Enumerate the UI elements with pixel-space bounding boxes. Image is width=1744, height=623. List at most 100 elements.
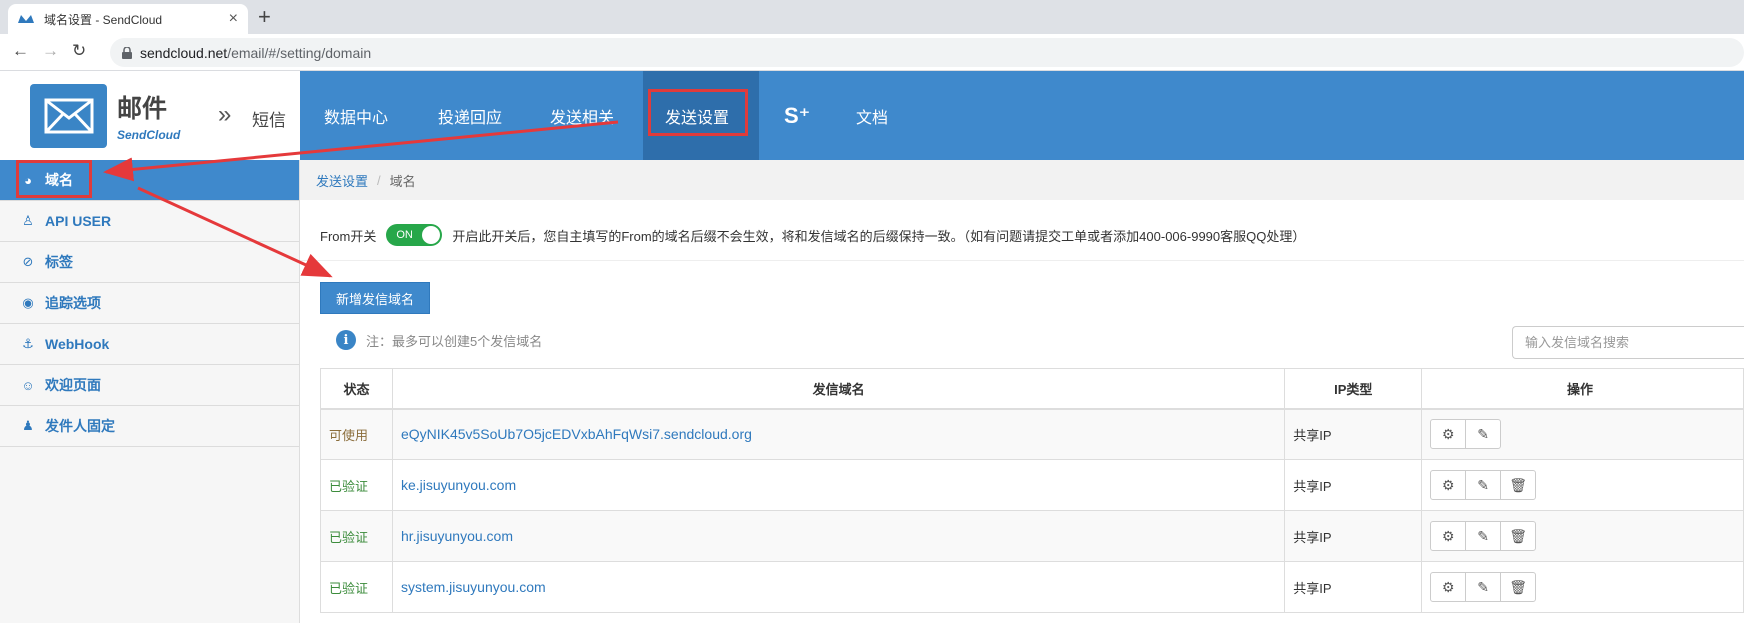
status-cell: 已验证 <box>320 510 393 562</box>
url-path: /email/#/setting/domain <box>227 44 372 61</box>
sidebar-item-label: 发件人固定 <box>45 418 115 434</box>
sendcloud-favicon-icon <box>18 15 34 23</box>
from-switch-toggle[interactable]: ON <box>386 224 443 246</box>
nav-docs[interactable]: 文档 <box>856 71 888 160</box>
edit-icon[interactable]: ✎ <box>1465 470 1502 500</box>
nav-data-center[interactable]: 数据中心 <box>324 71 388 160</box>
brand-title: 邮件 <box>117 95 168 123</box>
table-header-row: 状态 发信域名 IP类型 操作 <box>320 368 1744 410</box>
status-cell: 可使用 <box>320 408 393 460</box>
add-domain-button[interactable]: 新增发信域名 <box>320 282 430 314</box>
sidebar-item-label: API USER <box>45 213 112 229</box>
table-row: 已验证 system.jisuyunyou.com 共享IP ⚙ ✎ 🗑 <box>320 561 1744 613</box>
toggle-knob <box>422 226 441 244</box>
col-status-header: 状态 <box>320 368 393 410</box>
from-switch-row: From开关 ON 开启此开关后，您自主填写的From的域名后缀不会生效，将和发… <box>320 220 1305 250</box>
sidebar-item-tags[interactable]: ⊘ 标签 <box>0 242 299 283</box>
ip-type-cell: 共享IP <box>1284 459 1423 511</box>
new-tab-button[interactable]: + <box>258 3 271 31</box>
settings-gear-icon[interactable]: ⚙ <box>1430 521 1467 551</box>
eye-icon: ◉ <box>22 295 34 310</box>
sidebar-highlight-box <box>16 160 92 198</box>
domain-link[interactable]: system.jisuyunyou.com <box>391 561 1286 613</box>
sidebar-item-welcome-page[interactable]: ☺ 欢迎页面 <box>0 365 299 406</box>
ip-type-cell: 共享IP <box>1284 510 1423 562</box>
col-domain-header: 发信域名 <box>391 368 1286 410</box>
mail-logo-icon[interactable] <box>30 84 107 148</box>
nav-send-related[interactable]: 发送相关 <box>550 71 614 160</box>
actions-cell: ⚙ ✎ 🗑 <box>1421 510 1744 562</box>
forward-button[interactable]: → <box>42 41 59 61</box>
sidebar: ◕ 域名 ♙ API USER ⊘ 标签 ◉ 追踪选项 ⚓ WebHook ☺ … <box>0 160 300 623</box>
tab-title: 域名设置 - SendCloud <box>44 12 163 27</box>
ip-type-cell: 共享IP <box>1284 408 1423 460</box>
sms-switch-link[interactable]: 短信 <box>252 106 286 131</box>
edit-icon[interactable]: ✎ <box>1465 419 1502 450</box>
note-text: 注：最多可以创建5个发信域名 <box>366 333 543 349</box>
sidebar-item-sender-fixed[interactable]: ♟ 发件人固定 <box>0 406 299 447</box>
tag-icon: ⊘ <box>22 254 34 269</box>
brand-area: 邮件 SendCloud » 短信 <box>0 71 300 160</box>
top-nav: 数据中心 投递回应 发送相关 发送设置 S⁺ 文档 <box>300 71 1744 160</box>
smile-icon: ☺ <box>21 377 35 393</box>
tab-close-icon[interactable]: × <box>229 10 238 28</box>
address-bar: ← → ↻ sendcloud.net/email/#/setting/doma… <box>0 34 1744 71</box>
actions-cell: ⚙ ✎ 🗑 <box>1421 561 1744 613</box>
sidebar-item-label: WebHook <box>45 336 110 352</box>
status-cell: 已验证 <box>320 459 393 511</box>
users-icon: ♟ <box>22 418 34 433</box>
trash-icon[interactable]: 🗑 <box>1500 572 1537 602</box>
info-icon: i <box>336 330 356 350</box>
nav-s-plus[interactable]: S⁺ <box>784 71 810 160</box>
toggle-state-label: ON <box>396 229 413 241</box>
domain-link[interactable]: ke.jisuyunyou.com <box>391 459 1286 511</box>
breadcrumb-parent-link[interactable]: 发送设置 <box>316 171 368 190</box>
settings-gear-icon[interactable]: ⚙ <box>1430 470 1467 500</box>
actions-cell: ⚙ ✎ 🗑 <box>1421 459 1744 511</box>
table-row: 可使用 eQyNIK45v5SoUb7O5jcEDVxbAhFqWsi7.sen… <box>320 408 1744 460</box>
domain-link[interactable]: eQyNIK45v5SoUb7O5jcEDVxbAhFqWsi7.sendclo… <box>391 408 1286 460</box>
settings-gear-icon[interactable]: ⚙ <box>1430 572 1467 602</box>
url-host: sendcloud.net <box>140 44 228 61</box>
table-row: 已验证 ke.jisuyunyou.com 共享IP ⚙ ✎ 🗑 <box>320 459 1744 511</box>
domain-link[interactable]: hr.jisuyunyou.com <box>391 510 1286 562</box>
sidebar-item-label: 标签 <box>45 254 73 270</box>
domain-search-input[interactable] <box>1512 326 1744 359</box>
table-row: 已验证 hr.jisuyunyou.com 共享IP ⚙ ✎ 🗑 <box>320 510 1744 562</box>
sidebar-item-label: 欢迎页面 <box>45 377 101 393</box>
main-content: 发送设置 / 域名 From开关 ON 开启此开关后，您自主填写的From的域名… <box>300 160 1744 623</box>
lock-icon <box>122 46 132 59</box>
settings-gear-icon[interactable]: ⚙ <box>1430 419 1467 450</box>
status-cell: 已验证 <box>320 561 393 613</box>
user-icon: ♙ <box>22 213 34 228</box>
switch-arrow-icon[interactable]: » <box>218 101 231 129</box>
app-header: 邮件 SendCloud » 短信 数据中心 投递回应 发送相关 发送设置 S⁺… <box>0 71 1744 160</box>
divider <box>300 260 1744 261</box>
trash-icon[interactable]: 🗑 <box>1500 521 1537 551</box>
nav-highlight-box <box>648 89 748 136</box>
col-ip-type-header: IP类型 <box>1284 368 1423 410</box>
trash-icon[interactable]: 🗑 <box>1500 470 1537 500</box>
domain-table: 状态 发信域名 IP类型 操作 可使用 eQyNIK45v5SoUb7O5jcE… <box>320 368 1744 613</box>
brand-subtitle: SendCloud <box>117 128 181 142</box>
browser-tab[interactable]: 域名设置 - SendCloud × <box>8 4 248 34</box>
edit-icon[interactable]: ✎ <box>1465 572 1502 602</box>
sidebar-item-api-user[interactable]: ♙ API USER <box>0 201 299 242</box>
ip-type-cell: 共享IP <box>1284 561 1423 613</box>
sidebar-item-label: 追踪选项 <box>45 295 101 311</box>
from-switch-label: From开关 <box>320 228 377 244</box>
anchor-icon: ⚓ <box>22 336 34 351</box>
note-row: i 注：最多可以创建5个发信域名 <box>336 330 542 350</box>
nav-delivery-response[interactable]: 投递回应 <box>438 71 502 160</box>
breadcrumb-separator: / <box>377 172 381 188</box>
back-button[interactable]: ← <box>12 41 29 61</box>
sidebar-item-webhook[interactable]: ⚓ WebHook <box>0 324 299 365</box>
breadcrumb: 发送设置 / 域名 <box>300 160 1744 200</box>
sidebar-item-tracking[interactable]: ◉ 追踪选项 <box>0 283 299 324</box>
actions-cell: ⚙ ✎ <box>1421 408 1744 460</box>
breadcrumb-current: 域名 <box>389 173 416 189</box>
reload-button[interactable]: ↻ <box>72 41 86 61</box>
browser-tab-bar: 域名设置 - SendCloud × + <box>0 0 1744 34</box>
edit-icon[interactable]: ✎ <box>1465 521 1502 551</box>
url-field[interactable]: sendcloud.net/email/#/setting/domain <box>110 38 1744 67</box>
